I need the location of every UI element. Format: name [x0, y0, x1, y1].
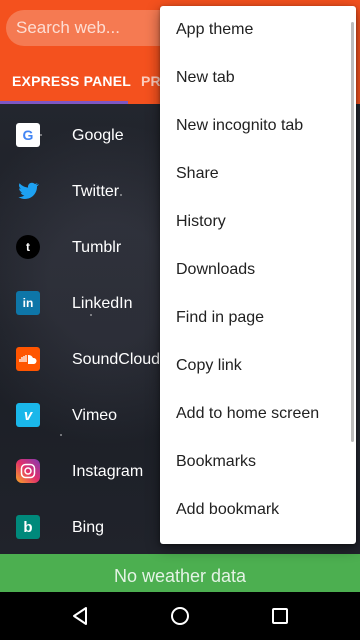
site-label: Google — [72, 127, 124, 144]
site-label: Tumblr — [72, 239, 122, 256]
bing-icon: b — [16, 515, 40, 539]
menu-scrollbar[interactable] — [351, 22, 354, 442]
tumblr-icon: t — [16, 235, 40, 259]
vimeo-icon: v — [16, 403, 40, 427]
tab-express-panel[interactable]: EXPRESS PANEL — [12, 58, 131, 104]
soundcloud-icon — [16, 347, 40, 371]
weather-bar[interactable]: No weather data — [0, 554, 360, 592]
site-label: Twitter — [72, 183, 120, 200]
linkedin-icon: in — [16, 291, 40, 315]
site-label: SoundCloud — [72, 351, 161, 368]
system-nav-bar — [0, 592, 360, 640]
menu-item-add-bookmark[interactable]: Add bookmark — [160, 486, 356, 534]
menu-item-add-to-home-screen[interactable]: Add to home screen — [160, 390, 356, 438]
tab-second[interactable]: PR — [141, 58, 161, 104]
menu-item-app-theme[interactable]: App theme — [160, 6, 356, 54]
back-icon[interactable] — [64, 600, 96, 632]
menu-item-share[interactable]: Share — [160, 150, 356, 198]
overflow-menu: App theme New tab New incognito tab Shar… — [160, 6, 356, 544]
site-label: Bing — [72, 519, 105, 536]
home-icon[interactable] — [164, 600, 196, 632]
site-label: Vimeo — [72, 407, 118, 424]
menu-item-new-tab[interactable]: New tab — [160, 54, 356, 102]
instagram-icon — [16, 459, 40, 483]
menu-item-history[interactable]: History — [160, 198, 356, 246]
menu-item-copy-link[interactable]: Copy link — [160, 342, 356, 390]
menu-item-find-in-page[interactable]: Find in page — [160, 294, 356, 342]
recent-apps-icon[interactable] — [264, 600, 296, 632]
menu-item-new-incognito-tab[interactable]: New incognito tab — [160, 102, 356, 150]
google-icon: G — [16, 123, 40, 147]
site-label: Instagram — [72, 463, 144, 480]
site-label: LinkedIn — [72, 295, 133, 312]
twitter-icon — [16, 179, 40, 203]
menu-item-bookmarks[interactable]: Bookmarks — [160, 438, 356, 486]
menu-item-downloads[interactable]: Downloads — [160, 246, 356, 294]
svg-text:G: G — [23, 127, 34, 143]
